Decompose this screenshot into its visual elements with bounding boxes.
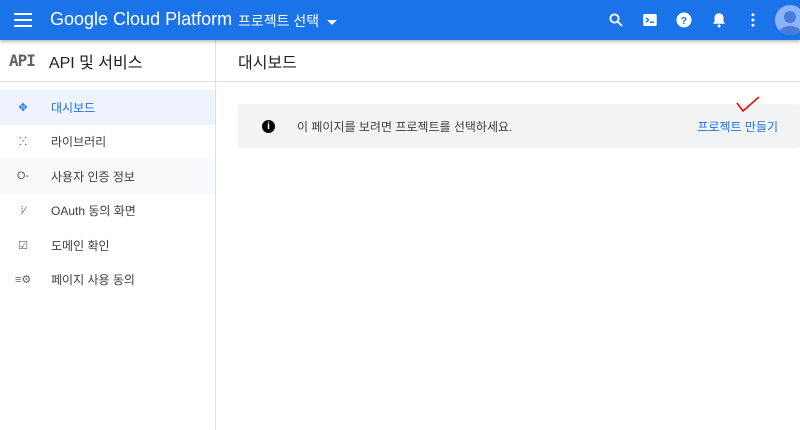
help-icon[interactable]: ? (675, 11, 693, 29)
select-project-banner: i 이 페이지를 보려면 프로젝트를 선택하세요. 프로젝트 만들기 (238, 104, 800, 148)
api-logo-icon: API (9, 51, 36, 70)
red-checkmark-annotation-icon (736, 96, 760, 113)
user-icon (779, 11, 800, 35)
sidebar-item-label: 사용자 인증 정보 (51, 169, 135, 184)
svg-text:?: ? (681, 15, 687, 27)
hamburger-menu-icon[interactable] (14, 13, 32, 27)
sidebar-item-label: 대시보드 (51, 100, 96, 115)
dropdown-arrow-icon (327, 19, 338, 25)
avatar[interactable] (775, 5, 800, 35)
cloud-shell-icon[interactable] (641, 11, 659, 29)
sidebar-item-dashboard[interactable]: ✥ 대시보드 (0, 90, 215, 125)
top-app-bar: Google Cloud Platform 프로젝트 선택 ? (0, 0, 800, 40)
sidebar-item-page-usage-agreement[interactable]: ≡⚙ 페이지 사용 동의 (0, 263, 215, 298)
brand-title[interactable]: Google Cloud Platform (50, 9, 232, 30)
info-icon: i (262, 119, 275, 133)
sidebar-item-label: 페이지 사용 동의 (51, 273, 135, 288)
sidebar-item-label: 도메인 확인 (51, 238, 110, 253)
sidebar: API API 및 서비스 ✥ 대시보드 ⵘ 라이브러리 O- 사용자 인증 정보 ⁞… (0, 40, 216, 430)
main-content: 대시보드 i 이 페이지를 보려면 프로젝트를 선택하세요. 프로젝트 만들기 (217, 40, 800, 148)
sidebar-header: API API 및 서비스 (0, 40, 215, 82)
more-vert-icon[interactable] (744, 11, 762, 29)
sidebar-title: API 및 서비스 (48, 54, 143, 72)
create-project-link[interactable]: 프로젝트 만들기 (697, 118, 778, 135)
search-icon[interactable] (607, 11, 625, 29)
sidebar-item-credentials[interactable]: O- 사용자 인증 정보 (0, 159, 215, 194)
dashboard-icon: ✥ (18, 101, 28, 114)
notifications-bell-icon[interactable] (710, 11, 728, 29)
sidebar-item-label: OAuth 동의 화면 (51, 204, 136, 219)
page-title: 대시보드 (217, 40, 800, 82)
sidebar-item-oauth-consent[interactable]: ⁞⁄ OAuth 동의 화면 (0, 194, 215, 229)
library-icon: ⵘ (18, 136, 28, 149)
consent-icon: ⁞⁄ (20, 204, 26, 217)
project-selector-label: 프로젝트 선택 (238, 13, 320, 29)
checkbox-icon: ☑ (18, 239, 28, 252)
key-icon: O- (16, 170, 30, 183)
sidebar-item-domain-verification[interactable]: ☑ 도메인 확인 (0, 228, 215, 263)
project-selector[interactable]: 프로젝트 선택 (238, 11, 338, 31)
settings-list-icon: ≡⚙ (15, 274, 32, 287)
banner-message: 이 페이지를 보려면 프로젝트를 선택하세요. (297, 119, 513, 134)
sidebar-item-label: 라이브러리 (51, 135, 107, 150)
sidebar-item-library[interactable]: ⵘ 라이브러리 (0, 125, 215, 160)
